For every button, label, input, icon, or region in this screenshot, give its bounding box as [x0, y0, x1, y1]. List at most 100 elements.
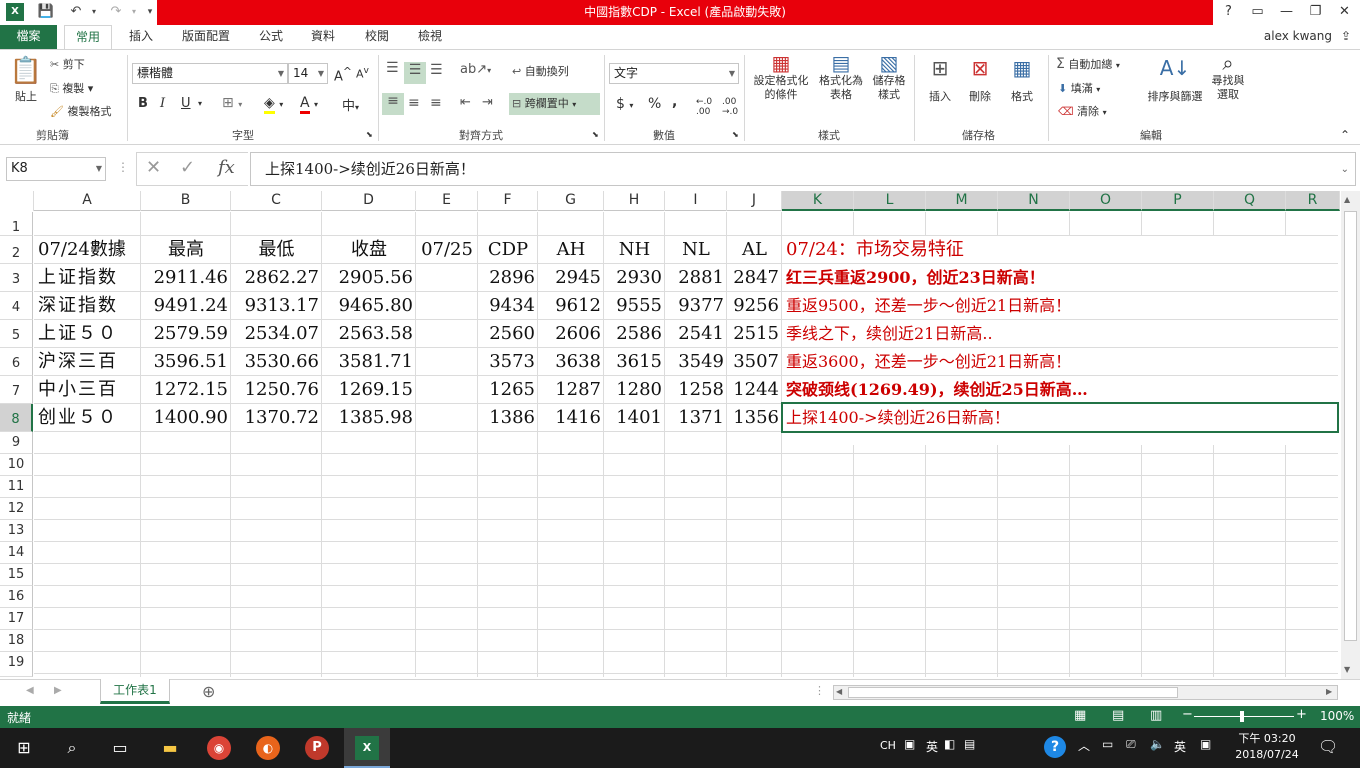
scroll-thumb[interactable]	[848, 687, 1178, 698]
cell[interactable]: 1370.72	[231, 404, 322, 432]
increase-indent-icon[interactable]: ⇥	[482, 95, 493, 110]
font-dialog-launcher-icon[interactable]: ⬊	[366, 130, 373, 139]
align-bottom-icon[interactable]: ☰	[430, 62, 443, 78]
align-center-icon[interactable]: ≡	[408, 95, 420, 111]
cell[interactable]: 1258	[665, 376, 727, 404]
cell[interactable]: 1401	[604, 404, 665, 432]
cancel-icon[interactable]: ✕	[146, 157, 161, 178]
cell[interactable]: 07/25	[416, 236, 478, 264]
normal-view-icon[interactable]: ▦	[1074, 708, 1086, 723]
align-top-icon[interactable]: ☰	[386, 60, 399, 76]
cell[interactable]: 2560	[478, 320, 538, 348]
row-header[interactable]: 3	[0, 264, 33, 292]
insert-cells-button[interactable]: ⊞ 插入	[922, 56, 958, 104]
find-select-button[interactable]: ⌕ 尋找與選取	[1208, 53, 1248, 102]
cell[interactable]: 2586	[604, 320, 665, 348]
borders-icon[interactable]: ⊞ ▾	[222, 95, 242, 111]
column-header[interactable]: R	[1286, 191, 1340, 211]
undo-dropdown-icon[interactable]: ▾	[84, 3, 104, 21]
cell[interactable]: NH	[604, 236, 665, 264]
cell[interactable]: 突破颈线(1269.49)，续创近25日新高…	[786, 376, 1088, 404]
column-header[interactable]: N	[998, 191, 1070, 211]
column-header[interactable]: K	[782, 191, 854, 211]
row-header[interactable]: 12	[0, 498, 33, 520]
row-header[interactable]: 1	[0, 212, 33, 236]
cell[interactable]: 9377	[665, 292, 727, 320]
cell[interactable]: 3638	[538, 348, 604, 376]
column-header[interactable]: F	[478, 191, 538, 211]
zoom-out-button[interactable]: −	[1182, 707, 1193, 722]
file-explorer-icon[interactable]: ▬	[158, 736, 182, 760]
cell[interactable]: 2606	[538, 320, 604, 348]
font-color-icon[interactable]: A ▾	[300, 95, 318, 114]
cell[interactable]: AH	[538, 236, 604, 264]
excel-app-icon[interactable]: X	[6, 3, 24, 21]
cell[interactable]: 2541	[665, 320, 727, 348]
cell[interactable]: 1416	[538, 404, 604, 432]
close-button[interactable]: ✕	[1330, 0, 1359, 25]
row-header[interactable]: 18	[0, 630, 33, 652]
cell[interactable]: 1269.15	[322, 376, 416, 404]
autosum-button[interactable]: Σ 自動加總 ▾	[1056, 56, 1120, 72]
prev-sheet-icon[interactable]: ◀	[26, 685, 34, 696]
format-painter-button[interactable]: 🖌 複製格式	[50, 103, 111, 119]
align-left-icon[interactable]: ≡	[382, 93, 404, 115]
scroll-left-icon[interactable]: ◀	[836, 687, 842, 696]
tab-file[interactable]: 檔案	[0, 25, 57, 49]
tab-data[interactable]: 資料	[302, 25, 344, 49]
horizontal-scrollbar[interactable]: ◀ ▶	[833, 685, 1338, 700]
chevron-down-icon[interactable]: ▾	[198, 99, 202, 108]
cell[interactable]: 9434	[478, 292, 538, 320]
cell[interactable]: 2534.07	[231, 320, 322, 348]
cell[interactable]: 9465.80	[322, 292, 416, 320]
notifications-icon[interactable]: 🗨	[1318, 737, 1338, 756]
number-dialog-launcher-icon[interactable]: ⬊	[732, 130, 739, 139]
app-p-icon[interactable]: P	[305, 736, 329, 760]
decrease-indent-icon[interactable]: ⇤	[460, 95, 471, 110]
cell[interactable]: 创业５０	[38, 404, 118, 432]
column-header[interactable]: G	[538, 191, 604, 211]
excel-taskbar-button[interactable]: X	[344, 728, 390, 768]
zoom-in-button[interactable]: +	[1296, 707, 1307, 722]
cell[interactable]: 1400.90	[141, 404, 231, 432]
row-header[interactable]: 16	[0, 586, 33, 608]
orientation-icon[interactable]: ab↗▾	[460, 62, 491, 77]
copy-button[interactable]: ⎘ 複製 ▾	[50, 80, 93, 96]
tab-insert[interactable]: 插入	[119, 25, 163, 49]
row-header[interactable]: 6	[0, 348, 33, 376]
row-header[interactable]: 19	[0, 652, 33, 677]
merge-center-button[interactable]: ⊟ 跨欄置中 ▾	[509, 93, 600, 115]
cell[interactable]: 9555	[604, 292, 665, 320]
splitter-icon[interactable]: ⋮	[814, 684, 825, 697]
cell[interactable]: 上探1400->续创近26日新高！	[786, 404, 1010, 432]
restore-button[interactable]: ❐	[1301, 0, 1330, 25]
row-header[interactable]: 5	[0, 320, 33, 348]
italic-button[interactable]: I	[160, 96, 165, 111]
cell[interactable]: 上证５０	[38, 320, 118, 348]
scroll-right-icon[interactable]: ▶	[1326, 687, 1332, 696]
scroll-down-icon[interactable]: ▼	[1344, 665, 1350, 674]
cell[interactable]: 1386	[478, 404, 538, 432]
cell[interactable]: 季线之下，续创近21日新高..	[786, 320, 993, 348]
column-header[interactable]: I	[665, 191, 727, 211]
cell[interactable]: 最高	[141, 236, 231, 264]
scroll-thumb[interactable]	[1344, 211, 1357, 641]
cell[interactable]: 3549	[665, 348, 727, 376]
row-header[interactable]: 7	[0, 376, 33, 404]
sort-filter-button[interactable]: A↓ 排序與篩選	[1144, 56, 1206, 104]
underline-button[interactable]: U	[181, 96, 191, 111]
cell[interactable]: 深证指数	[38, 292, 118, 320]
keyboard-icon[interactable]: ▣	[904, 737, 915, 751]
cell[interactable]: AL	[727, 236, 782, 264]
collapse-ribbon-icon[interactable]: ⌃	[1340, 128, 1350, 142]
user-name[interactable]: alex kwang	[1236, 25, 1336, 49]
help-icon[interactable]: ?	[1044, 736, 1066, 758]
bold-button[interactable]: B	[138, 96, 148, 111]
cell[interactable]: 3507	[727, 348, 782, 376]
enter-icon[interactable]: ✓	[180, 157, 195, 178]
redo-icon[interactable]: ↷	[106, 3, 126, 21]
ime-settings-icon[interactable]: ▤	[964, 737, 975, 751]
zoom-slider-thumb[interactable]	[1240, 711, 1244, 722]
cell[interactable]: 3530.66	[231, 348, 322, 376]
undo-icon[interactable]: ↶	[66, 3, 86, 21]
